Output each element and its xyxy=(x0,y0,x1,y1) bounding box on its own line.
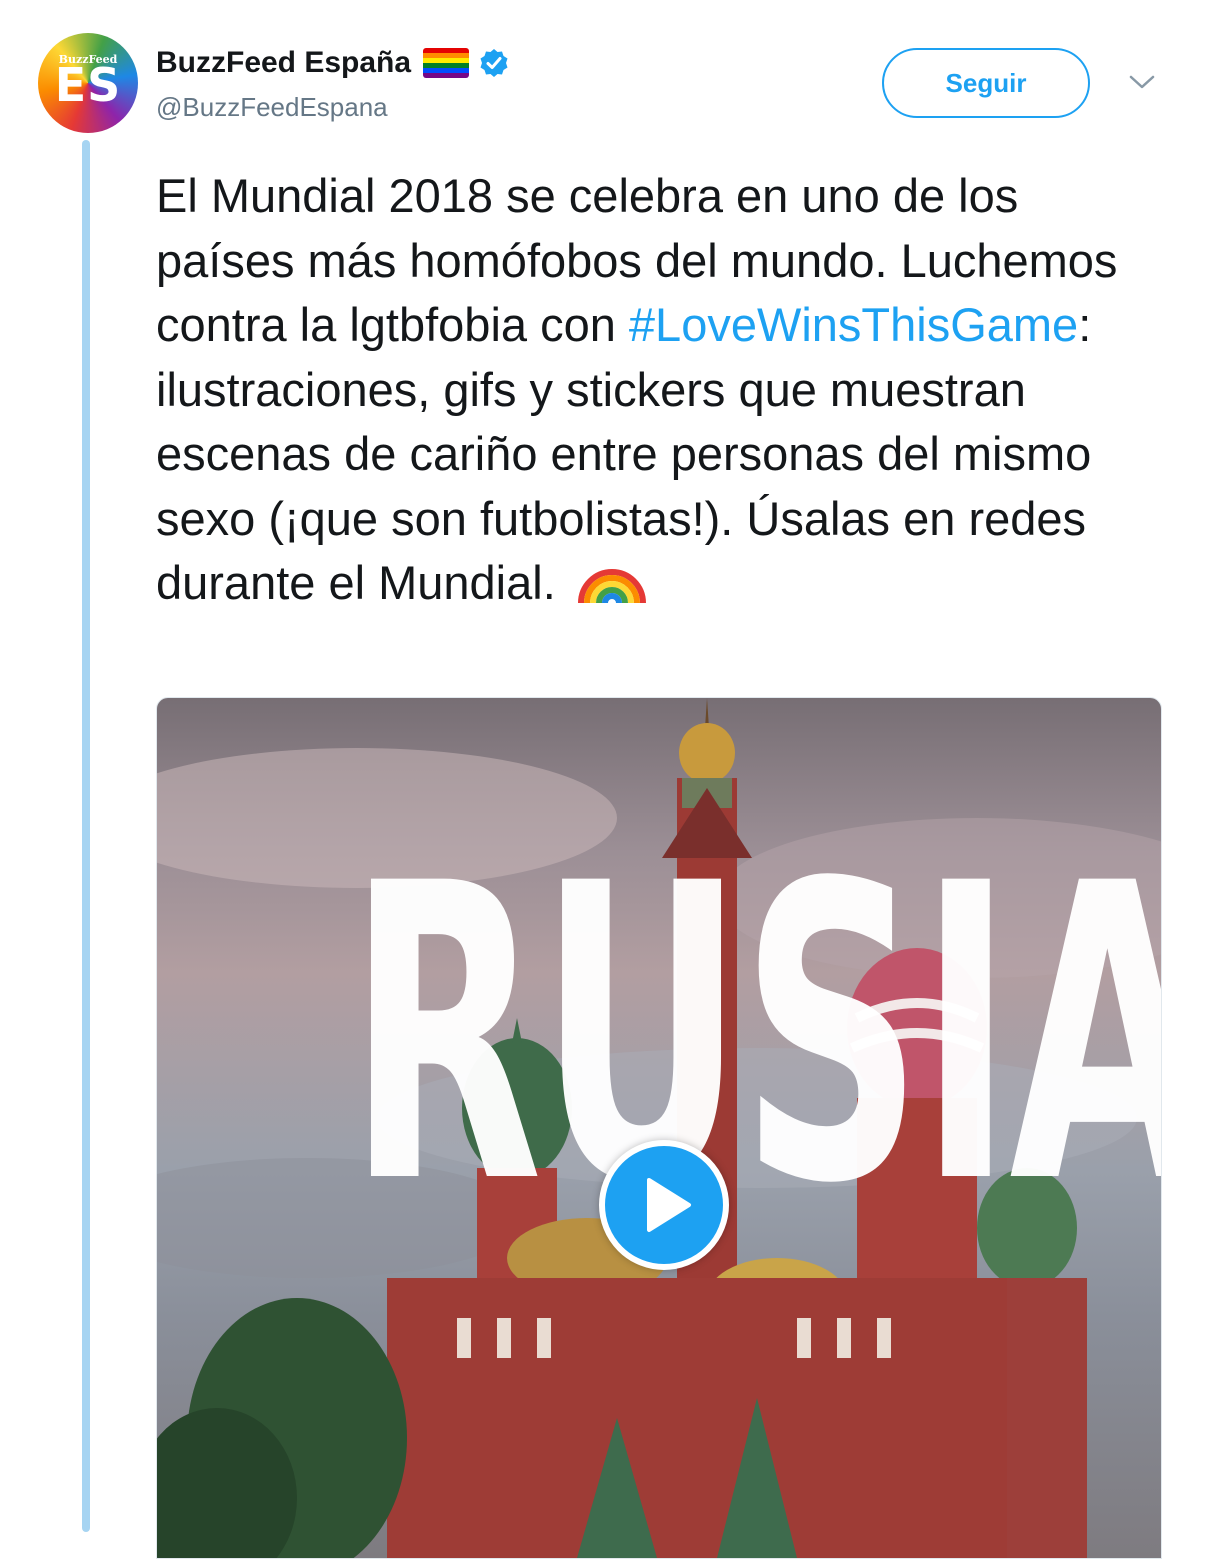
chevron-down-icon[interactable] xyxy=(1128,72,1156,92)
play-button[interactable] xyxy=(599,1140,729,1270)
hashtag-link[interactable]: #LoveWinsThisGame xyxy=(629,298,1078,351)
tweet-text: El Mundial 2018 se celebra en uno de los… xyxy=(156,164,1166,616)
tweet-media-video[interactable]: RUSIA xyxy=(156,697,1162,1559)
verified-badge-icon xyxy=(480,49,508,77)
rainbow-icon xyxy=(577,569,646,604)
rainbow-flag-icon xyxy=(423,48,470,78)
avatar[interactable]: BuzzFeed ES xyxy=(38,33,138,133)
follow-button[interactable]: Seguir xyxy=(882,48,1090,118)
author-name[interactable]: BuzzFeed España xyxy=(156,46,411,80)
author-handle[interactable]: @BuzzFeedEspana xyxy=(156,92,388,123)
author-name-row: BuzzFeed España xyxy=(156,43,509,83)
play-icon xyxy=(647,1178,691,1232)
avatar-big-text: ES xyxy=(54,58,122,112)
thread-line xyxy=(82,140,90,1532)
